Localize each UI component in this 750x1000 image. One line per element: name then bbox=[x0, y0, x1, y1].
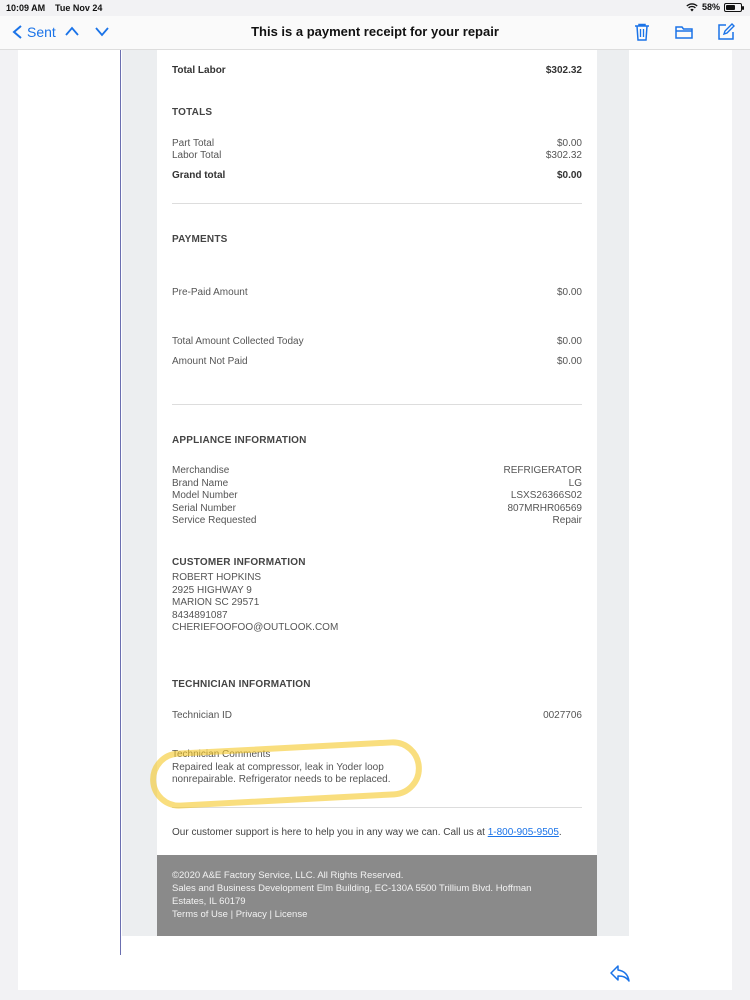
part-total-row: Part Total $0.00 bbox=[172, 138, 582, 149]
not-paid-row: Amount Not Paid $0.00 bbox=[172, 356, 582, 367]
customer-phone: 8434891087 bbox=[172, 609, 228, 621]
appliance-label: Brand Name bbox=[172, 477, 229, 489]
customer-email: CHERIEFOOFOO@OUTLOOK.COM bbox=[172, 622, 339, 633]
technician-heading: TECHNICIAN INFORMATION bbox=[172, 679, 311, 690]
link-separator: | bbox=[266, 909, 275, 920]
appliance-row: Model Number LSXS26366S02 bbox=[172, 490, 582, 501]
mail-toolbar: Sent This is a payment receipt for your … bbox=[0, 16, 750, 50]
trash-icon[interactable] bbox=[632, 22, 652, 42]
customer-name: ROBERT HOPKINS bbox=[172, 572, 262, 583]
technician-comments: Technician Comments Repaired leak at com… bbox=[172, 749, 390, 787]
customer-heading: CUSTOMER INFORMATION bbox=[172, 557, 306, 568]
privacy-link[interactable]: Privacy bbox=[236, 909, 267, 920]
appliance-value: LG bbox=[568, 477, 582, 489]
toolbar-actions bbox=[632, 22, 736, 42]
mail-screen: 10:09 AM Tue Nov 24 58% Sent This is a p… bbox=[0, 0, 750, 1000]
quote-bar bbox=[120, 50, 121, 955]
technician-id-row: Technician ID 0027706 bbox=[172, 710, 582, 721]
appliance-row: Brand Name LG bbox=[172, 478, 582, 489]
grand-total-label: Grand total bbox=[172, 170, 226, 181]
payments-heading: PAYMENTS bbox=[172, 234, 228, 245]
license-link[interactable]: License bbox=[275, 909, 308, 920]
prepaid-label: Pre-Paid Amount bbox=[172, 287, 248, 298]
collected-value: $0.00 bbox=[556, 336, 582, 347]
appliance-value: REFRIGERATOR bbox=[503, 465, 582, 476]
battery-icon bbox=[724, 2, 744, 12]
customer-details: ROBERT HOPKINS 2925 HIGHWAY 9 MARION SC … bbox=[172, 572, 338, 635]
customer-address-line2: MARION SC 29571 bbox=[172, 597, 260, 608]
grand-total-row: Grand total $0.00 bbox=[172, 170, 582, 181]
divider bbox=[172, 807, 582, 808]
appliance-row: Serial Number 807MRHR06569 bbox=[172, 503, 582, 514]
collected-row: Total Amount Collected Today $0.00 bbox=[172, 336, 582, 347]
status-right: 58% bbox=[686, 2, 744, 12]
technician-comments-line1: Repaired leak at compressor, leak in Yod… bbox=[172, 761, 384, 773]
technician-id-value: 0027706 bbox=[543, 710, 582, 721]
technician-comments-line2: nonrepairable. Refrigerator needs to be … bbox=[172, 774, 391, 785]
footer-links: Terms of Use | Privacy | License bbox=[172, 908, 582, 921]
part-total-label: Part Total bbox=[172, 138, 215, 149]
part-total-value: $0.00 bbox=[556, 138, 582, 149]
reply-icon[interactable] bbox=[608, 962, 632, 984]
appliance-row: Merchandise REFRIGERATOR bbox=[172, 465, 582, 476]
support-suffix: . bbox=[558, 827, 562, 838]
total-labor-row: Total Labor $302.32 bbox=[172, 65, 582, 76]
prepaid-value: $0.00 bbox=[556, 287, 582, 298]
link-separator: | bbox=[227, 909, 236, 920]
folder-icon[interactable] bbox=[674, 22, 694, 42]
customer-address-line1: 2925 HIGHWAY 9 bbox=[172, 584, 252, 596]
appliance-value: LSXS26366S02 bbox=[510, 490, 582, 501]
support-phone-link[interactable]: 1-800-905-9505 bbox=[488, 827, 559, 838]
not-paid-label: Amount Not Paid bbox=[172, 356, 248, 367]
divider bbox=[172, 203, 582, 204]
wifi-icon bbox=[686, 2, 698, 11]
copyright-text: ©2020 A&E Factory Service, LLC. All Righ… bbox=[172, 870, 404, 881]
technician-comments-label: Technician Comments bbox=[172, 749, 271, 760]
compose-icon[interactable] bbox=[716, 22, 736, 42]
footer-address-line1: Sales and Business Development Elm Build… bbox=[172, 883, 532, 894]
grand-total-value: $0.00 bbox=[556, 170, 582, 181]
labor-total-label: Labor Total bbox=[172, 150, 222, 161]
prepaid-row: Pre-Paid Amount $0.00 bbox=[172, 287, 582, 298]
not-paid-value: $0.00 bbox=[556, 356, 582, 367]
appliance-label: Model Number bbox=[172, 490, 238, 501]
labor-total-row: Labor Total $302.32 bbox=[172, 150, 582, 161]
appliance-value: 807MRHR06569 bbox=[507, 502, 583, 514]
divider bbox=[172, 404, 582, 405]
total-labor-value: $302.32 bbox=[545, 65, 582, 76]
status-bar: 10:09 AM Tue Nov 24 58% bbox=[0, 0, 750, 16]
total-labor-label: Total Labor bbox=[172, 65, 226, 76]
battery-level bbox=[726, 4, 736, 10]
status-date: Tue Nov 24 bbox=[55, 3, 103, 13]
terms-link[interactable]: Terms of Use bbox=[172, 909, 228, 920]
appliance-heading: APPLIANCE INFORMATION bbox=[172, 435, 307, 446]
collected-label: Total Amount Collected Today bbox=[172, 336, 304, 347]
status-time: 10:09 AM bbox=[6, 3, 46, 13]
appliance-label: Service Requested bbox=[172, 515, 257, 526]
appliance-row: Service Requested Repair bbox=[172, 515, 582, 526]
appliance-label: Serial Number bbox=[172, 502, 236, 514]
support-text: Our customer support is here to help you… bbox=[172, 827, 485, 838]
labor-total-value: $302.32 bbox=[545, 150, 582, 161]
technician-id-label: Technician ID bbox=[172, 710, 233, 721]
battery-percent: 58% bbox=[701, 2, 720, 12]
support-message: Our customer support is here to help you… bbox=[172, 827, 562, 840]
totals-heading: TOTALS bbox=[172, 107, 213, 118]
receipt-footer: ©2020 A&E Factory Service, LLC. All Righ… bbox=[157, 855, 597, 936]
receipt: Total Labor $302.32 TOTALS Part Total $0… bbox=[157, 50, 597, 855]
appliance-value: Repair bbox=[552, 515, 582, 526]
appliance-label: Merchandise bbox=[172, 465, 230, 476]
footer-address-line2: Estates, IL 60179 bbox=[172, 896, 246, 907]
